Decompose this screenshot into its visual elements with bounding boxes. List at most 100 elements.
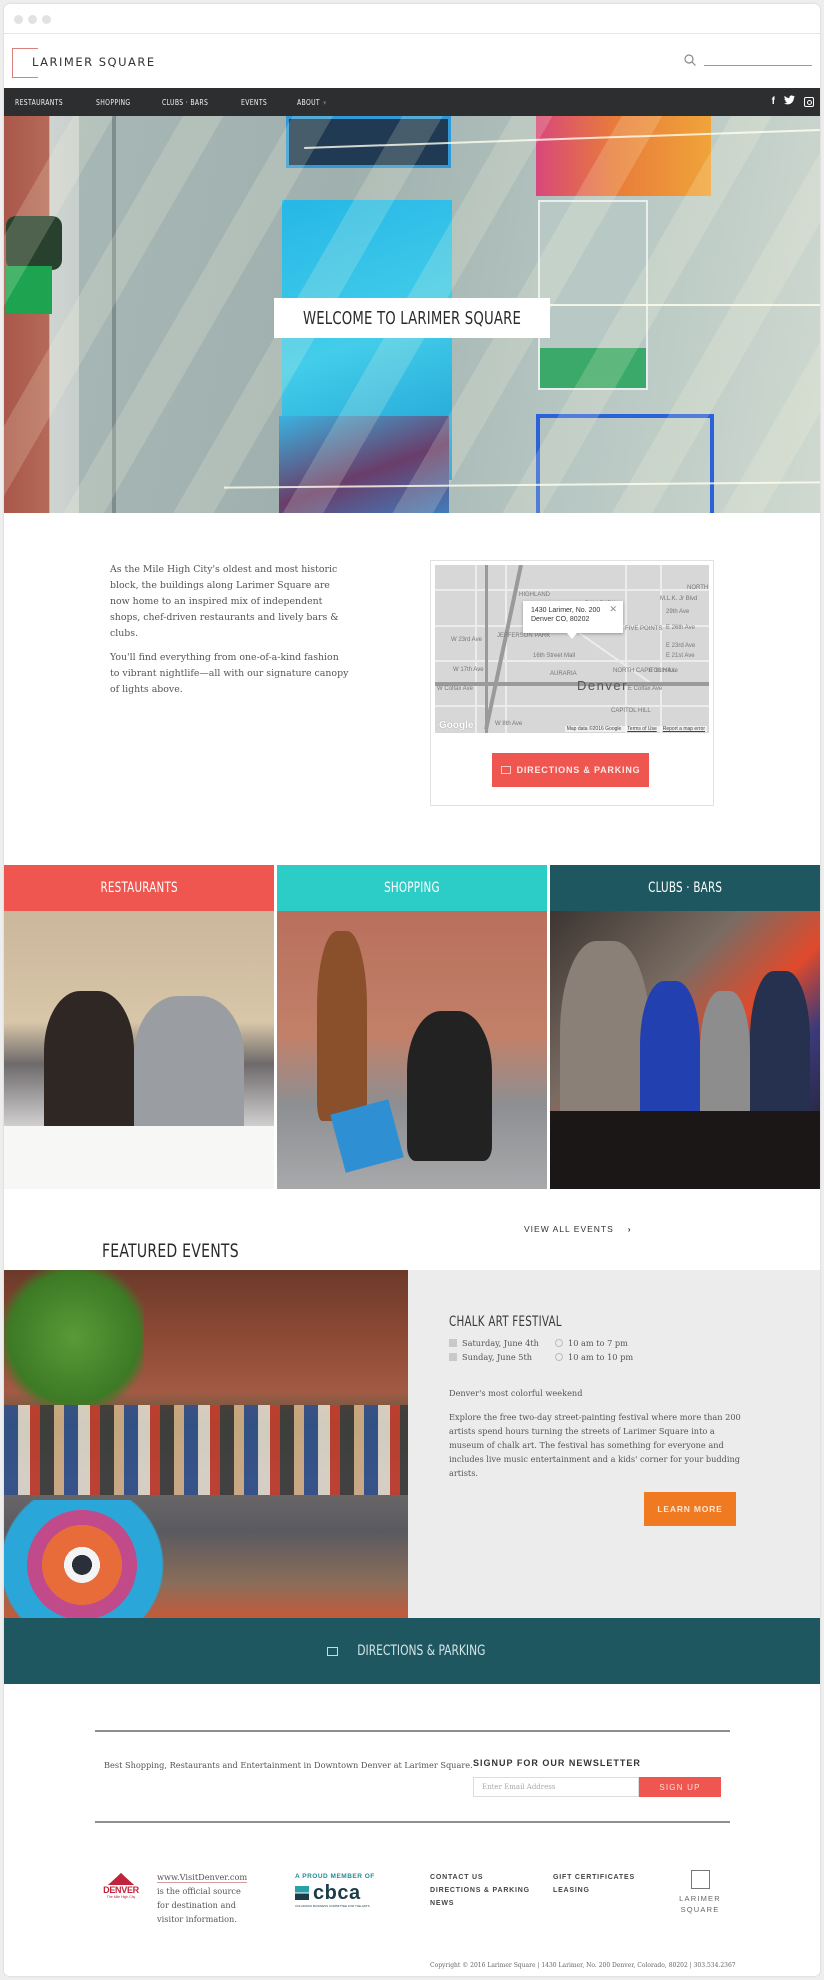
footer-logo-line2: SQUARE — [680, 1905, 720, 1914]
view-all-events-label: VIEW ALL EVENTS — [524, 1224, 614, 1234]
denver-logo-word: DENVER — [103, 1885, 139, 1895]
map-label: 16th Street Mall — [533, 653, 576, 659]
window-minimize-dot[interactable] — [28, 15, 37, 24]
intro-section: As the Mile High City's oldest and most … — [4, 513, 820, 865]
intro-text: As the Mile High City's oldest and most … — [110, 562, 350, 706]
map-info-popup: 1430 Larimer, No. 200 Denver CO, 80202 ✕ — [523, 601, 623, 639]
cbca-member-logo[interactable]: A PROUD MEMBER OF cbca COLORADO BUSINESS… — [295, 1873, 380, 1908]
site-logo-text[interactable]: LARIMER SQUARE — [32, 55, 156, 69]
twitter-icon[interactable] — [784, 95, 795, 110]
newsletter-title: SIGNUP FOR OUR NEWSLETTER — [473, 1758, 641, 1768]
nav-item-shopping[interactable]: SHOPPING — [96, 98, 131, 107]
footer-logo-line1: LARIMER — [679, 1894, 721, 1903]
calendar-icon — [449, 1339, 457, 1347]
directions-parking-button[interactable]: DIRECTIONS & PARKING — [492, 753, 649, 787]
visit-denver-line: for destination and — [157, 1900, 236, 1910]
nav-item-clubs-bars[interactable]: CLUBS · BARS — [162, 98, 208, 107]
category-tiles: RESTAURANTS SHOPPING CLUBS · BARS — [4, 865, 820, 1190]
footer-link-contact-us[interactable]: CONTACT US — [430, 1874, 530, 1881]
nav-item-about-label: ABOUT — [297, 97, 321, 107]
footer-tagline: Best Shopping, Restaurants and Entertain… — [104, 1760, 473, 1770]
map-attribution: Map data ©2016 Google Terms of Use Repor… — [564, 726, 707, 732]
map-label: E 26th Ave — [666, 625, 695, 631]
denver-roof-icon — [108, 1873, 134, 1885]
search-icon[interactable] — [684, 54, 696, 66]
category-header: RESTAURANTS — [4, 865, 274, 911]
footer-link-leasing[interactable]: LEASING — [553, 1887, 635, 1894]
search-input[interactable] — [704, 65, 812, 66]
map-label: W Colfax Ave — [437, 686, 473, 692]
footer-link-gift-certificates[interactable]: GIFT CERTIFICATES — [553, 1874, 635, 1881]
event-photo — [4, 1270, 408, 1618]
map-terms-link[interactable]: Terms of Use — [627, 726, 656, 732]
footer-logo[interactable]: LARIMER SQUARE — [674, 1870, 726, 1915]
map-city-label: Denver — [577, 678, 628, 693]
category-tile-clubs-bars[interactable]: CLUBS · BARS — [550, 865, 820, 1190]
clubs-bars-photo — [550, 911, 820, 1189]
cbca-proud-label: A PROUD MEMBER OF — [295, 1873, 375, 1880]
instagram-icon[interactable] — [804, 97, 814, 107]
directions-parking-banner[interactable]: DIRECTIONS & PARKING — [4, 1618, 820, 1684]
hero-title: WELCOME TO LARIMER SQUARE — [274, 298, 550, 338]
map-label: NORTH — [687, 585, 709, 591]
event-date-row: Sunday, June 5th 10 am to 10 pm — [449, 1350, 749, 1364]
category-tile-shopping[interactable]: SHOPPING — [277, 865, 547, 1190]
map-label: E 21st Ave — [666, 653, 695, 659]
newsletter-email-input[interactable] — [473, 1777, 639, 1797]
calendar-icon — [449, 1353, 457, 1361]
featured-events-header: FEATURED EVENTS VIEW ALL EVENTS › — [4, 1190, 820, 1270]
hero-banner: WELCOME TO LARIMER SQUARE — [4, 116, 820, 513]
visit-denver-logo[interactable]: DENVER The Mile High City — [102, 1873, 140, 1899]
category-header: CLUBS · BARS — [550, 865, 820, 911]
restaurants-photo — [4, 911, 274, 1189]
view-all-events-link[interactable]: VIEW ALL EVENTS › — [524, 1224, 632, 1234]
denver-logo-sub: The Mile High City — [106, 1895, 136, 1899]
map-report-link[interactable]: Report a map error — [663, 726, 705, 732]
visit-denver-link[interactable]: www.VisitDenver.com — [157, 1872, 248, 1883]
copyright-text: Copyright © 2016 Larimer Square | 1430 L… — [430, 1962, 736, 1969]
clock-icon — [555, 1353, 563, 1361]
nav-item-restaurants[interactable]: RESTAURANTS — [15, 98, 63, 107]
window-close-dot[interactable] — [14, 15, 23, 24]
shopping-photo — [277, 911, 547, 1189]
footer-divider — [95, 1821, 730, 1823]
chevron-right-icon: › — [627, 1224, 632, 1234]
visit-denver-text: www.VisitDenver.com is the official sour… — [157, 1870, 248, 1926]
facebook-icon[interactable]: f — [772, 95, 775, 110]
map-popup-address-line1: 1430 Larimer, No. 200 — [531, 607, 601, 614]
google-logo[interactable]: Google — [439, 720, 473, 731]
social-links: f — [772, 95, 814, 110]
section-title: FEATURED EVENTS — [102, 1240, 239, 1262]
map-label: HIGHLAND — [519, 592, 551, 598]
footer-links-col1: CONTACT US DIRECTIONS & PARKING NEWS — [430, 1874, 530, 1907]
directions-parking-button-label: DIRECTIONS & PARKING — [516, 765, 641, 775]
learn-more-button[interactable]: LEARN MORE — [644, 1492, 736, 1526]
event-day: Sunday, June 5th — [462, 1352, 533, 1362]
event-tagline: Denver's most colorful weekend — [449, 1388, 583, 1398]
category-tile-restaurants[interactable]: RESTAURANTS — [4, 865, 274, 1190]
event-description: Explore the free two-day street-painting… — [449, 1412, 741, 1478]
map-data-label: Map data ©2016 Google — [566, 726, 622, 732]
cbca-word: cbca — [313, 1882, 361, 1904]
newsletter-signup-button[interactable]: SIGN UP — [639, 1777, 721, 1797]
footer-link-directions-parking[interactable]: DIRECTIONS & PARKING — [430, 1887, 530, 1894]
chevron-down-icon: ▾ — [323, 98, 327, 107]
logo-square-icon — [690, 1870, 710, 1889]
footer-link-news[interactable]: NEWS — [430, 1900, 530, 1907]
event-name: CHALK ART FESTIVAL — [449, 1314, 562, 1330]
nav-item-events[interactable]: EVENTS — [241, 98, 267, 107]
directions-parking-banner-label: DIRECTIONS & PARKING — [357, 1643, 486, 1659]
nav-item-about[interactable]: ABOUT ▾ — [297, 98, 326, 107]
footer-divider — [95, 1730, 730, 1732]
map[interactable]: HIGHLAND BALLPARK JEFFERSON PARK FIVE PO… — [435, 565, 709, 733]
map-card: HIGHLAND BALLPARK JEFFERSON PARK FIVE PO… — [430, 560, 714, 806]
window-maximize-dot[interactable] — [42, 15, 51, 24]
close-icon[interactable]: ✕ — [609, 605, 617, 614]
event-schedule: Saturday, June 4th 10 am to 7 pm Sunday,… — [449, 1336, 749, 1364]
event-time: 10 am to 7 pm — [568, 1338, 628, 1348]
featured-event-card: CHALK ART FESTIVAL Saturday, June 4th 10… — [4, 1270, 820, 1618]
browser-chrome — [4, 4, 820, 34]
event-date-row: Saturday, June 4th 10 am to 7 pm — [449, 1336, 749, 1350]
map-label: E 23rd Ave — [666, 643, 696, 649]
map-label: E Colfax Ave — [628, 686, 663, 692]
